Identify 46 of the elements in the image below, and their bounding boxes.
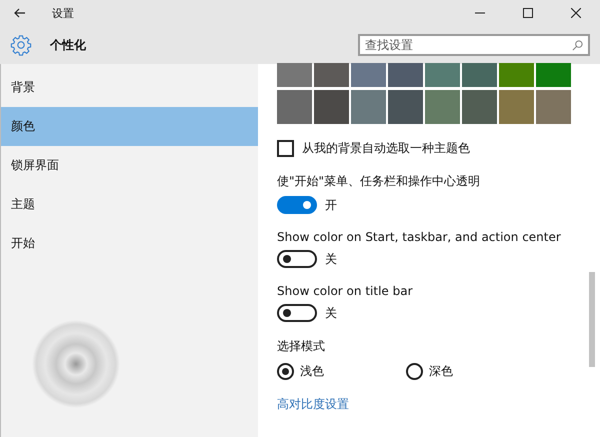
toggle-switch[interactable] — [277, 250, 317, 268]
color-swatch[interactable] — [314, 63, 349, 87]
setting-label: 选择模式 — [277, 338, 326, 355]
color-swatch[interactable] — [425, 63, 460, 87]
page-title: 个性化 — [50, 36, 86, 54]
setting-label: 使"开始"菜单、任务栏和操作中心透明 — [277, 173, 482, 190]
setting-label: Show color on title bar — [277, 284, 414, 298]
sidebar-item[interactable]: 开始 — [1, 224, 258, 263]
setting-label: Show color on Start, taskbar, and action center — [277, 230, 562, 244]
sidebar-item[interactable]: 锁屏界面 — [1, 146, 258, 185]
color-swatch[interactable] — [499, 90, 534, 124]
color-swatch[interactable] — [388, 63, 423, 87]
color-swatch[interactable] — [314, 90, 349, 124]
color-swatch[interactable] — [462, 63, 497, 87]
toggle-state: 关 — [325, 304, 337, 322]
sidebar-item[interactable]: 背景 — [1, 68, 258, 107]
toggle-switch[interactable] — [277, 304, 317, 322]
color-swatch[interactable] — [388, 90, 423, 124]
radio-button[interactable] — [277, 363, 294, 380]
maximize-icon[interactable] — [523, 8, 533, 18]
toggle-state: 关 — [325, 250, 337, 268]
settings-icon — [10, 34, 32, 56]
back-arrow-icon[interactable] — [14, 8, 26, 18]
color-swatch[interactable] — [277, 90, 312, 124]
color-swatch[interactable] — [425, 90, 460, 124]
radio-label: 深色 — [429, 363, 453, 380]
close-icon[interactable] — [571, 8, 581, 18]
color-swatch[interactable] — [277, 63, 312, 87]
color-swatch[interactable] — [462, 90, 497, 124]
search-field[interactable]: 查找设置 — [358, 34, 590, 56]
color-swatch[interactable] — [351, 90, 386, 124]
color-swatch[interactable] — [351, 63, 386, 87]
checkbox-label: 从我的背景自动选取一种主题色 — [302, 140, 470, 157]
search-icon[interactable] — [572, 40, 583, 51]
color-swatch[interactable] — [499, 63, 534, 87]
color-swatch[interactable] — [536, 63, 571, 87]
toggle-switch[interactable] — [277, 196, 317, 214]
color-swatch[interactable] — [536, 90, 571, 124]
toggle-state: 开 — [325, 196, 337, 214]
checkbox[interactable] — [277, 140, 294, 157]
radio-button[interactable] — [406, 363, 423, 380]
sidebar-item[interactable]: 主题 — [1, 185, 258, 224]
radio-label: 浅色 — [300, 363, 324, 380]
high-contrast-link[interactable]: 高对比度设置 — [277, 396, 349, 413]
window-title: 设置 — [52, 6, 74, 20]
sidebar-item[interactable]: 颜色 — [1, 107, 258, 146]
